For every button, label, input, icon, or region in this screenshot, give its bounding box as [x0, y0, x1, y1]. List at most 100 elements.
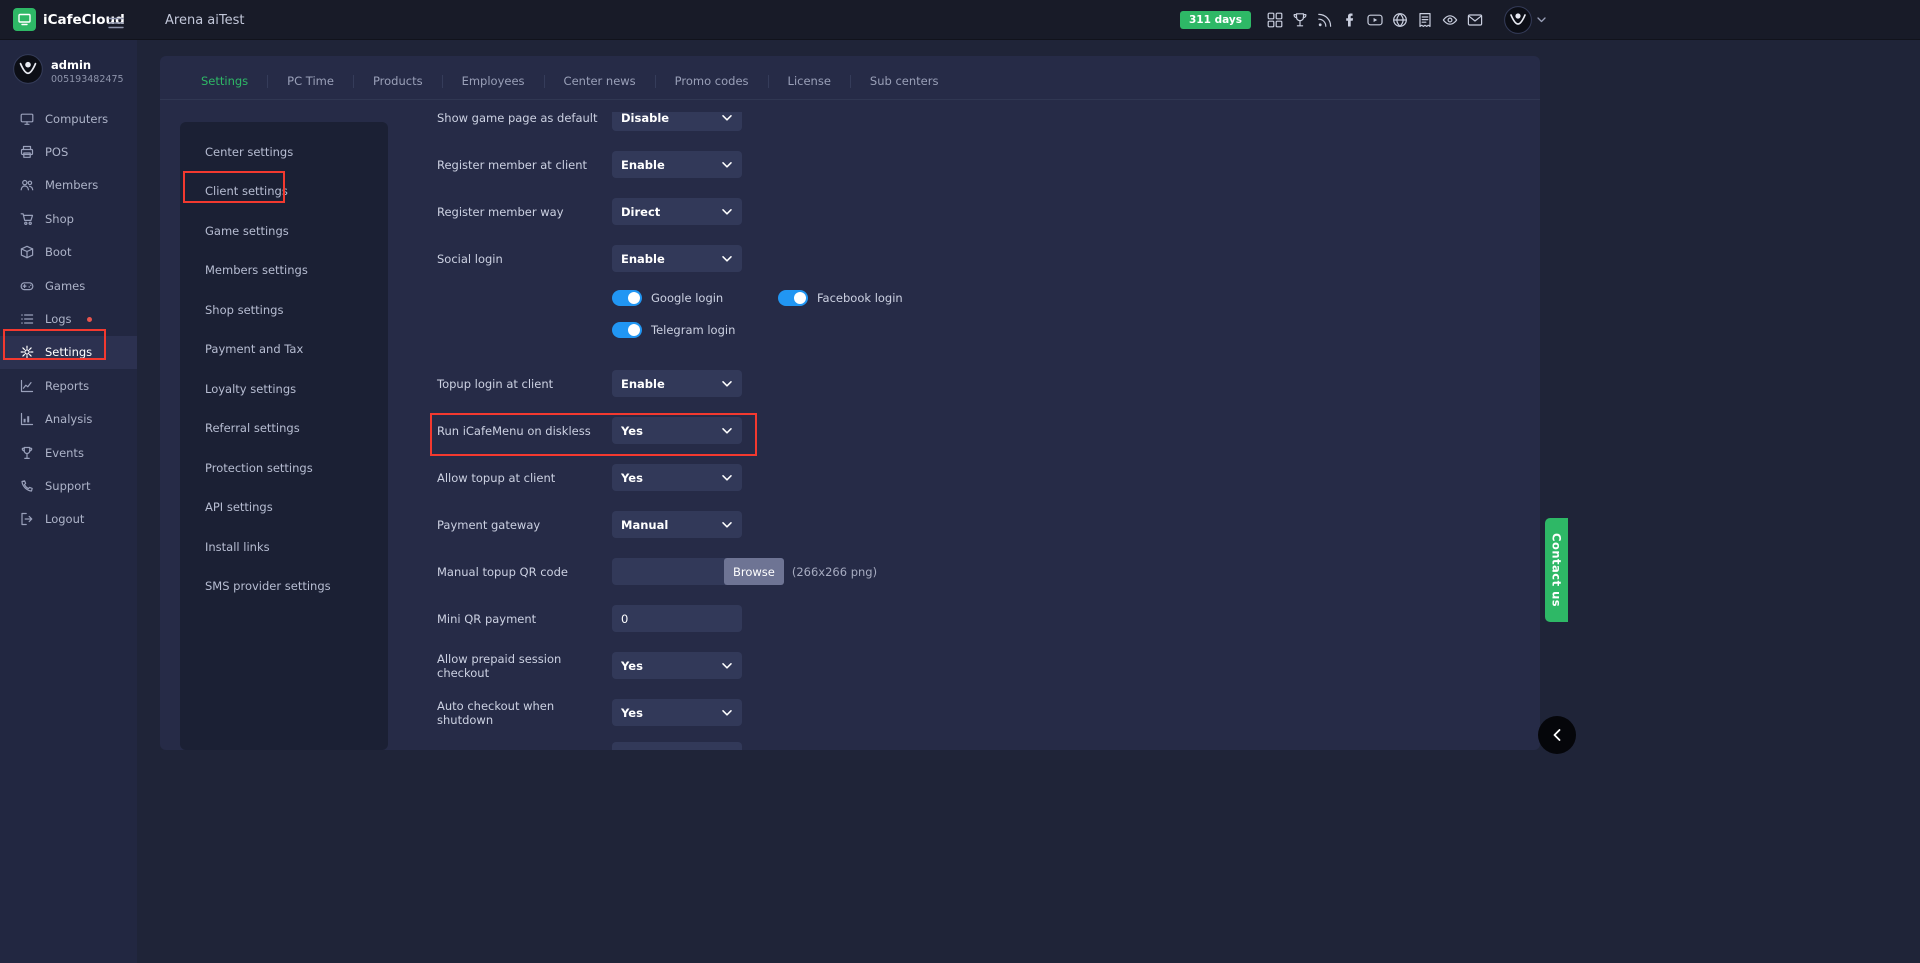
chevron-down-icon — [722, 256, 732, 262]
register-member-way-select[interactable]: Direct — [612, 198, 742, 225]
form-row: Register member at client Enable — [407, 141, 1540, 188]
hamburger-menu-icon[interactable] — [108, 14, 124, 33]
facebook-login-toggle[interactable] — [778, 290, 808, 306]
apps-icon[interactable] — [1267, 12, 1284, 29]
sidebar-item-settings[interactable]: Settings — [0, 336, 137, 369]
show-game-page-select[interactable]: Disable — [612, 112, 742, 131]
topup-login-at-client-select[interactable]: Enable — [612, 370, 742, 397]
field-label: Mini QR payment — [407, 612, 612, 626]
file-size-hint: (266x266 png) — [792, 565, 877, 579]
form-row: Payment gateway Manual — [407, 501, 1540, 548]
social-login-select[interactable]: Enable — [612, 245, 742, 272]
facebook-icon[interactable] — [1342, 12, 1359, 29]
sidebar-item-label: Support — [45, 479, 90, 493]
chat-fab-button[interactable] — [1538, 716, 1576, 754]
payment-gateway-select[interactable]: Manual — [612, 511, 742, 538]
sidebar-item-label: Events — [45, 446, 84, 460]
sidebar-item-label: Reports — [45, 379, 89, 393]
select-value: Direct — [621, 205, 660, 219]
sidebar-item-logout[interactable]: Logout — [0, 503, 137, 536]
pos-icon — [20, 145, 34, 159]
toggle-knob — [794, 292, 806, 304]
nav-item-sms-provider-settings[interactable]: SMS provider settings — [180, 567, 388, 607]
nav-item-api-settings[interactable]: API settings — [180, 488, 388, 528]
computers-icon — [20, 112, 34, 126]
sidebar-item-analysis[interactable]: Analysis — [0, 403, 137, 436]
nav-item-members-settings[interactable]: Members settings — [180, 251, 388, 291]
auto-checkout-when-shutdown-select[interactable]: Yes — [612, 699, 742, 726]
nav-item-client-settings[interactable]: Client settings — [180, 172, 388, 212]
sidebar-item-computers[interactable]: Computers — [0, 102, 137, 135]
sidebar-item-events[interactable]: Events — [0, 436, 137, 469]
tab-center-news[interactable]: Center news — [545, 75, 656, 88]
sidebar-item-shop[interactable]: Shop — [0, 202, 137, 235]
tab-license[interactable]: License — [769, 75, 851, 88]
telegram-login-toggle[interactable] — [612, 322, 642, 338]
nav-item-payment-and-tax[interactable]: Payment and Tax — [180, 330, 388, 370]
select-value: Enable — [621, 377, 665, 391]
field-label: Register member at client — [407, 158, 612, 172]
select-value: Disable — [621, 112, 669, 125]
register-member-at-client-select[interactable]: Enable — [612, 151, 742, 178]
eye-icon[interactable] — [1442, 12, 1459, 29]
file-input-field[interactable] — [612, 558, 726, 585]
globe-icon[interactable] — [1392, 12, 1409, 29]
sidebar-item-support[interactable]: Support — [0, 469, 137, 502]
allow-prepaid-session-checkout-select[interactable]: Yes — [612, 652, 742, 679]
nav-item-shop-settings[interactable]: Shop settings — [180, 290, 388, 330]
license-days-badge[interactable]: 311 days — [1180, 11, 1251, 29]
sidebar-item-members[interactable]: Members — [0, 169, 137, 202]
field-label: Register member way — [407, 205, 612, 219]
cube-icon — [20, 245, 34, 259]
nav-item-protection-settings[interactable]: Protection settings — [180, 448, 388, 488]
logout-icon — [20, 512, 34, 526]
settings-tabs: Settings PC Time Products Employees Cent… — [182, 64, 957, 99]
tab-pc-time[interactable]: PC Time — [268, 75, 354, 88]
toggle-label: Google login — [651, 291, 723, 305]
toggle-item: Facebook login — [778, 290, 903, 306]
nav-item-install-links[interactable]: Install links — [180, 527, 388, 567]
nav-item-referral-settings[interactable]: Referral settings — [180, 409, 388, 449]
mini-qr-payment-input[interactable]: 0 — [612, 605, 742, 632]
youtube-icon[interactable] — [1367, 12, 1384, 29]
nav-item-center-settings[interactable]: Center settings — [180, 132, 388, 172]
nav-item-game-settings[interactable]: Game settings — [180, 211, 388, 251]
user-avatar[interactable] — [1504, 6, 1532, 34]
chevron-left-icon — [1553, 729, 1561, 741]
mail-icon[interactable] — [1467, 12, 1484, 29]
form-row: Register member way Direct — [407, 188, 1540, 235]
nav-item-loyalty-settings[interactable]: Loyalty settings — [180, 369, 388, 409]
sidebar-profile[interactable]: admin 005193482475 — [0, 40, 137, 98]
sidebar-item-label: Logout — [45, 512, 84, 526]
tab-products[interactable]: Products — [354, 75, 443, 88]
sidebar-item-pos[interactable]: POS — [0, 135, 137, 168]
tab-sub-centers[interactable]: Sub centers — [851, 75, 958, 88]
browse-button[interactable]: Browse — [724, 558, 784, 585]
social-toggles-row: Google login Facebook login — [612, 282, 1540, 314]
rss-icon[interactable] — [1317, 12, 1334, 29]
sidebar-item-games[interactable]: Games — [0, 269, 137, 302]
avatar-chevron-down-icon[interactable] — [1537, 17, 1546, 23]
google-login-toggle[interactable] — [612, 290, 642, 306]
tab-promo-codes[interactable]: Promo codes — [656, 75, 769, 88]
field-label: Manual topup QR code — [407, 565, 612, 579]
trophy-icon[interactable] — [1292, 12, 1309, 29]
sidebar-item-boot[interactable]: Boot — [0, 236, 137, 269]
allow-topup-at-client-select[interactable]: Yes — [612, 464, 742, 491]
topbar: iCafeCloud Arena aiTest 311 days — [0, 0, 1920, 40]
sidebar: admin 005193482475 Computers POS Members… — [0, 40, 137, 963]
app-window: iCafeCloud Arena aiTest 311 days — [0, 0, 1920, 963]
tab-employees[interactable]: Employees — [443, 75, 545, 88]
receipt-icon[interactable] — [1417, 12, 1434, 29]
manual-topup-qr-file: Browse (266x266 png) — [612, 558, 877, 585]
run-icafemenu-on-diskless-select[interactable]: Yes — [612, 417, 742, 444]
sidebar-item-reports[interactable]: Reports — [0, 369, 137, 402]
tab-settings[interactable]: Settings — [182, 75, 268, 88]
sidebar-item-logs[interactable]: Logs — [0, 302, 137, 335]
field-label: Allow topup at client — [407, 471, 612, 485]
gear-icon — [20, 345, 34, 359]
social-toggles-row: Telegram login — [612, 314, 1540, 346]
contact-us-tab[interactable]: Contact us — [1545, 518, 1568, 622]
clipped-next-select[interactable] — [612, 742, 742, 750]
sidebar-item-label: Boot — [45, 245, 71, 259]
